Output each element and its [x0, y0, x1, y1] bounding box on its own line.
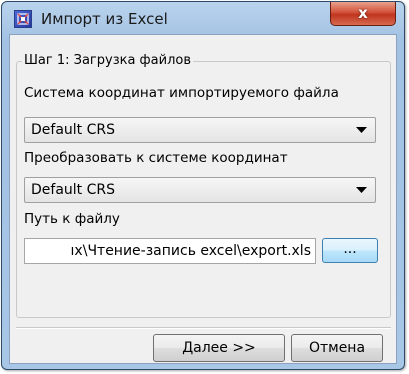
window-title: Импорт из Excel	[41, 10, 168, 28]
chevron-down-icon	[356, 187, 367, 193]
file-path-value: ıх\Чтение-запись excel\export.xls	[70, 243, 311, 259]
file-path-label: Путь к файлу	[24, 211, 120, 227]
dialog-client-area: Шаг 1: Загрузка файлов Система координат…	[9, 34, 397, 364]
close-button[interactable]: x	[330, 2, 396, 26]
target-crs-dropdown[interactable]: Default CRS	[24, 177, 376, 203]
target-crs-label: Преобразовать к системе координат	[24, 150, 288, 166]
import-excel-dialog: Импорт из Excel x Шаг 1: Загрузка файлов…	[1, 1, 405, 370]
target-crs-value: Default CRS	[31, 182, 115, 198]
next-button[interactable]: Далее >>	[153, 334, 285, 362]
close-icon: x	[358, 4, 368, 22]
file-path-input[interactable]: ıх\Чтение-запись excel\export.xls	[24, 238, 316, 264]
title-bar[interactable]: Импорт из Excel x	[2, 2, 404, 38]
source-crs-label: Система координат импортируемого файла	[24, 85, 339, 101]
source-crs-value: Default CRS	[31, 122, 115, 138]
browse-button[interactable]: ...	[322, 238, 378, 263]
step-title: Шаг 1: Загрузка файлов	[22, 53, 194, 68]
source-crs-dropdown[interactable]: Default CRS	[24, 117, 376, 143]
footer-divider	[16, 327, 391, 329]
cancel-button[interactable]: Отмена	[291, 334, 383, 362]
chevron-down-icon	[356, 127, 367, 133]
app-icon	[14, 10, 32, 28]
